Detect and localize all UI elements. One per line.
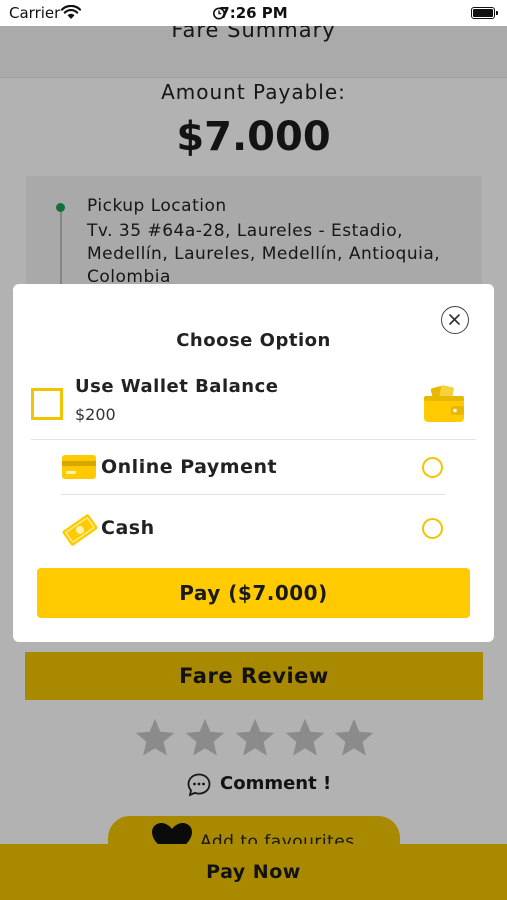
divider [31,439,476,440]
battery-icon [471,7,498,19]
online-payment-label[interactable]: Online Payment [101,456,277,478]
status-bar: Carrier 7:26 PM [0,0,507,26]
online-payment-radio[interactable] [422,457,443,478]
pay-button[interactable]: Pay ($7.000) [37,568,470,618]
divider [61,494,446,495]
wallet-icon [424,385,464,422]
close-icon [449,314,460,325]
cash-icon [62,514,98,546]
status-time: 7:26 PM [219,4,288,22]
dialog-title: Choose Option [176,330,331,351]
cash-label[interactable]: Cash [101,517,155,539]
credit-card-icon [62,455,96,479]
wallet-balance-amount: $200 [75,405,116,424]
wallet-balance-checkbox[interactable] [31,388,63,420]
wallet-balance-label: Use Wallet Balance [75,376,279,397]
choose-option-dialog: Choose Option Use Wallet Balance $200 On… [13,284,494,642]
cash-radio[interactable] [422,518,443,539]
